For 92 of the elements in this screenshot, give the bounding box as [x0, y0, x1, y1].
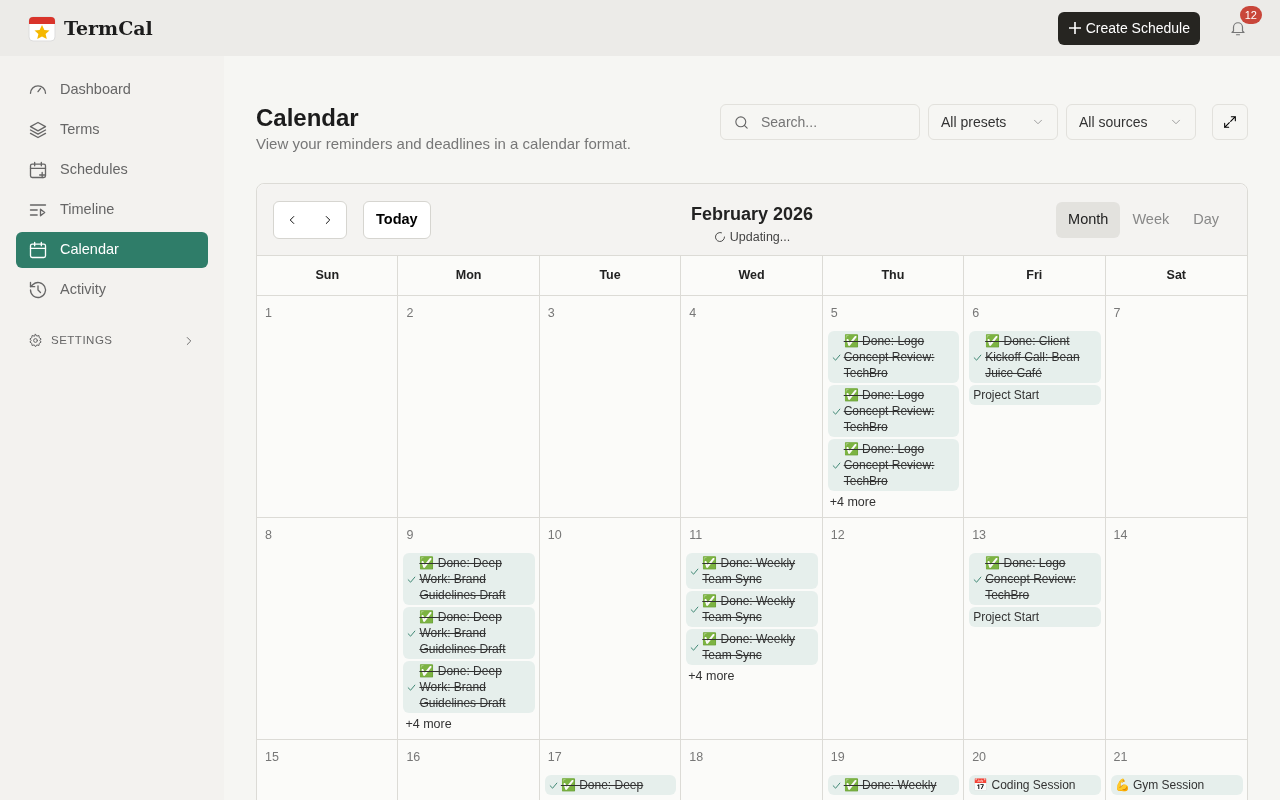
weekday-header: Thu: [881, 267, 905, 285]
layers-icon: [28, 120, 48, 140]
day-number: 11: [688, 527, 704, 545]
day-number: 5: [829, 305, 839, 323]
day-number: 1: [264, 305, 273, 323]
history-icon: [28, 280, 48, 300]
weekday-header: Wed: [738, 267, 765, 285]
more-events-link[interactable]: +4 more: [686, 667, 818, 686]
spinner-icon: [713, 231, 726, 244]
settings-icon: [28, 333, 43, 349]
create-schedule-button[interactable]: Create Schedule: [1057, 11, 1200, 45]
page-subtitle: View your reminders and deadlines in a calendar format.: [256, 133, 631, 154]
view-tab[interactable]: Month: [1056, 201, 1121, 238]
more-events-link[interactable]: +4 more: [827, 493, 960, 512]
event-chip[interactable]: ✅ Done: Client Kickoff Call: Bean Juice Café: [969, 331, 1101, 384]
day-number: 18: [688, 749, 705, 767]
day-number: 17: [546, 749, 563, 767]
check-icon: [690, 642, 700, 652]
check-icon: [690, 604, 700, 614]
plus-icon: [1067, 21, 1082, 35]
bell-icon[interactable]: [1229, 19, 1247, 37]
weekday-header: Sun: [315, 267, 339, 285]
weekday-header: Tue: [599, 267, 621, 285]
day-number: 10: [546, 527, 563, 545]
check-icon: [973, 352, 983, 362]
expand-icon: [1222, 114, 1238, 130]
check-icon: [831, 352, 841, 362]
event-chip[interactable]: ✅ Done: Deep: [544, 775, 677, 796]
event-chip[interactable]: ✅ Done: Logo Concept Review: TechBro: [969, 553, 1101, 606]
check-icon: [831, 406, 841, 416]
presets-dropdown[interactable]: All presets: [928, 104, 1058, 140]
check-icon: [973, 574, 983, 584]
day-number: 19: [829, 749, 846, 767]
check-icon: [407, 628, 417, 638]
check-icon: [831, 460, 841, 470]
event-chip[interactable]: ✅ Done: Logo Concept Review: TechBro: [827, 385, 960, 438]
event-chip[interactable]: ✅ Done: Logo Concept Review: TechBro: [827, 439, 960, 492]
day-number: 20: [971, 749, 988, 767]
month-title: February 2026: [690, 202, 814, 226]
today-button[interactable]: Today: [363, 200, 431, 239]
event-chip[interactable]: ✅ Done: Weekly Team Sync: [686, 629, 818, 666]
check-icon: [548, 780, 558, 790]
event-chip[interactable]: 💪 Gym Session: [1110, 775, 1243, 796]
sidebar-item[interactable]: Schedules: [16, 152, 208, 188]
event-chip[interactable]: ✅ Done: Weekly Team Sync: [686, 591, 818, 628]
day-number: 9: [405, 527, 415, 545]
page-title: Calendar: [256, 104, 360, 133]
weekday-header: Mon: [455, 267, 482, 285]
sources-dropdown[interactable]: All sources: [1066, 104, 1196, 140]
weekday-header: Fri: [1026, 267, 1043, 285]
weekday-header: Sat: [1166, 267, 1186, 285]
day-number: 15: [264, 749, 280, 767]
calendar-icon: [28, 240, 48, 260]
check-icon: [407, 574, 417, 584]
event-chip[interactable]: ✅ Done: Deep Work: Brand Guidelines Draft: [403, 661, 535, 714]
day-number: 14: [1112, 527, 1129, 545]
event-chip[interactable]: 📅 Coding Session: [969, 775, 1101, 796]
day-number: 16: [405, 749, 422, 767]
day-number: 6: [971, 305, 981, 323]
day-number: 4: [688, 305, 698, 323]
calendar-plus-icon: [28, 160, 48, 180]
sidebar-item[interactable]: Calendar: [16, 232, 208, 268]
event-chip[interactable]: Project Start: [969, 607, 1101, 628]
day-number: 12: [829, 527, 846, 545]
day-number: 7: [1112, 305, 1122, 323]
check-icon: [407, 682, 417, 692]
day-number: 2: [405, 305, 415, 323]
sidebar-item[interactable]: Timeline: [16, 192, 208, 228]
event-chip[interactable]: ✅ Done: Logo Concept Review: TechBro: [827, 331, 960, 384]
notification-count-badge: 12: [1239, 6, 1262, 24]
logo-icon: [28, 14, 56, 42]
search-icon: [733, 114, 750, 131]
event-chip[interactable]: Project Start: [969, 385, 1101, 406]
sidebar-item[interactable]: Activity: [16, 272, 208, 308]
app-name: TermCal: [64, 15, 153, 41]
day-number: 13: [971, 527, 988, 545]
event-chip[interactable]: ✅ Done: Weekly: [827, 775, 960, 796]
fullscreen-button[interactable]: [1212, 104, 1248, 140]
event-chip[interactable]: ✅ Done: Weekly Team Sync: [686, 553, 818, 590]
day-number: 21: [1112, 749, 1129, 767]
sidebar-item[interactable]: Terms: [16, 112, 208, 148]
sidebar-item[interactable]: Dashboard: [16, 72, 208, 108]
more-events-link[interactable]: +4 more: [403, 715, 535, 734]
check-icon: [690, 566, 700, 576]
day-number: 3: [546, 305, 556, 323]
event-chip[interactable]: ✅ Done: Deep Work: Brand Guidelines Draft: [403, 607, 535, 660]
event-chip[interactable]: ✅ Done: Deep Work: Brand Guidelines Draft: [403, 553, 535, 606]
search-field[interactable]: Search...: [720, 104, 920, 140]
day-number: 8: [264, 527, 273, 545]
status-text: Updating...: [729, 228, 791, 246]
settings-section-label[interactable]: SETTINGS: [51, 332, 174, 350]
check-icon: [831, 780, 841, 790]
